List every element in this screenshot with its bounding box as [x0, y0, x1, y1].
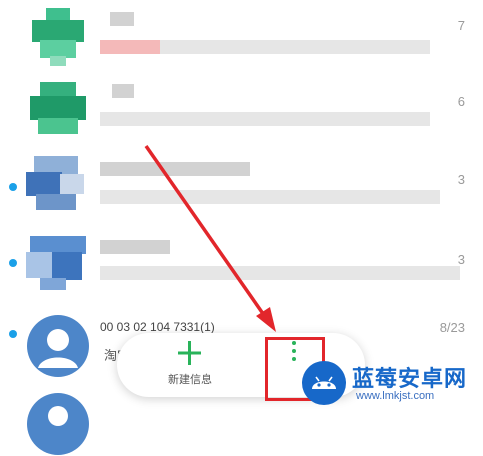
contact-avatar-icon — [27, 393, 89, 455]
sender-name — [100, 162, 250, 176]
conversation-row[interactable]: 7 — [0, 4, 483, 84]
timestamp: 3 — [457, 172, 465, 187]
message-preview — [100, 40, 160, 54]
unread-dot — [9, 183, 17, 191]
timestamp: 3 — [457, 252, 465, 267]
unread-dot — [9, 330, 17, 338]
watermark-brand: 蓝莓安卓网 — [352, 367, 468, 392]
timestamp: 6 — [457, 94, 465, 109]
watermark: 蓝莓安卓网 www.lmkjst.com — [300, 355, 483, 410]
conversation-row[interactable]: 6 — [0, 78, 483, 158]
sender-name — [110, 12, 134, 26]
avatar — [26, 4, 90, 68]
unread-dot — [9, 259, 17, 267]
avatar — [26, 152, 90, 216]
conversation-row[interactable]: 3 — [0, 152, 483, 232]
message-preview — [100, 190, 440, 204]
timestamp: 8/23 — [439, 320, 465, 335]
conversation-row[interactable]: 3 — [0, 230, 483, 310]
new-message-label: 新建信息 — [168, 374, 212, 386]
sender-name — [112, 84, 134, 98]
sender-name — [100, 240, 170, 254]
message-preview — [100, 112, 430, 126]
contact-avatar-icon — [27, 315, 89, 377]
new-message-button[interactable]: 新建信息 — [155, 339, 225, 393]
timestamp: 7 — [457, 18, 465, 33]
message-preview — [100, 266, 460, 280]
plus-icon — [178, 341, 201, 365]
avatar — [26, 78, 90, 142]
watermark-url: www.lmkjst.com — [356, 390, 435, 402]
avatar — [26, 230, 90, 294]
android-logo-icon — [302, 361, 346, 405]
sender-number: 00 03 02 104 7331(1) — [100, 320, 215, 334]
